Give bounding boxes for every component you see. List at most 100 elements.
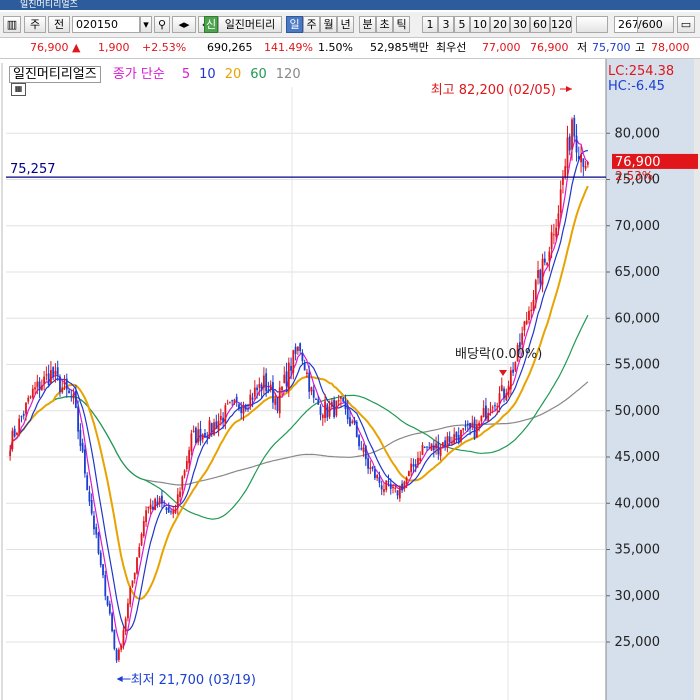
grid-table-icon[interactable]: ▦ [11, 83, 26, 96]
candle-body [88, 491, 91, 502]
interval-tab-60[interactable]: 60 [530, 16, 550, 33]
candle-body [453, 434, 456, 444]
credit-icon[interactable]: 신 [204, 16, 218, 33]
period-tab-2[interactable]: 월 [320, 16, 337, 33]
candle-body [165, 507, 168, 510]
chart-legend: 일진머티리얼즈 종가 단순 5 10 20 60 120 [9, 63, 309, 83]
y-tick-label: 50,000 [615, 404, 661, 419]
candle-body [410, 463, 413, 473]
candle-body [228, 402, 231, 404]
candle-body [319, 406, 322, 415]
current-price-label: 76,900 [615, 155, 661, 170]
expand-icon[interactable]: ▭ [677, 16, 695, 33]
candle-body [378, 477, 381, 483]
candle-body [337, 400, 340, 402]
prev-button[interactable]: 전 [48, 16, 70, 33]
candle-count-input[interactable]: 267 [614, 16, 638, 33]
chevron-down-icon[interactable]: ▾ [140, 16, 152, 33]
speaker-icon[interactable]: ◂▸ [172, 16, 196, 33]
candle-body [571, 119, 573, 150]
candle-body [301, 352, 304, 361]
candle-body [238, 404, 240, 410]
candle-body [147, 506, 150, 509]
interval-tab-10[interactable]: 10 [470, 16, 490, 33]
candle-body [537, 270, 539, 278]
candle-body [219, 415, 222, 421]
candle-body [45, 374, 48, 376]
candle-body [133, 572, 136, 580]
candle-body [534, 280, 537, 300]
candle-body [251, 397, 254, 400]
candle-body [457, 435, 460, 443]
stock-code-input[interactable]: 020150 [72, 16, 140, 33]
candle-body [532, 299, 535, 311]
candle-body [290, 365, 292, 371]
candle-body [315, 398, 317, 400]
chart-background [0, 59, 700, 700]
candle-body [494, 405, 496, 407]
market-tab[interactable]: 주 [24, 16, 46, 33]
candle-body [353, 419, 356, 423]
candle-body [170, 511, 172, 513]
interval-tab-20[interactable]: 20 [490, 16, 510, 33]
candle-body [306, 372, 308, 374]
interval-tab-30[interactable]: 30 [510, 16, 530, 33]
period-tab-0[interactable]: 일 [286, 16, 303, 33]
custom-interval-select[interactable] [576, 16, 608, 33]
candle-body [213, 422, 215, 435]
candle-body [557, 213, 560, 227]
candle-body [462, 428, 465, 430]
candle-body [577, 156, 580, 160]
candle-body [373, 469, 376, 479]
candle-body [344, 400, 347, 409]
period-tab-4[interactable]: 분 [359, 16, 376, 33]
interval-tab-5[interactable]: 5 [454, 16, 470, 33]
candle-body [480, 415, 483, 422]
candle-body [260, 384, 263, 391]
candle-body [97, 532, 100, 554]
layout-icon[interactable]: ▥ [3, 16, 21, 33]
candle-body [199, 428, 202, 442]
candle-body [22, 413, 25, 416]
candle-body [77, 406, 80, 432]
candle-body [299, 343, 302, 351]
candle-body [25, 402, 27, 414]
interval-tab-1[interactable]: 1 [422, 16, 438, 33]
candle-body [176, 494, 179, 509]
candle-body [267, 389, 270, 392]
candle-body [40, 385, 43, 390]
candle-body [491, 407, 494, 409]
period-tab-6[interactable]: 틱 [393, 16, 410, 33]
period-tab-3[interactable]: 년 [337, 16, 354, 33]
stock-name[interactable]: 일진머티리 [218, 16, 282, 33]
search-icon[interactable]: ⚲ [154, 16, 170, 33]
period-tab-1[interactable]: 주 [303, 16, 320, 33]
candle-body [498, 393, 501, 405]
period-tab-5[interactable]: 초 [376, 16, 393, 33]
candle-body [142, 521, 145, 536]
price-chart[interactable]: 25,000 30,000 35,000 40,000 45,000 50,000 55,0… [0, 59, 700, 700]
candle-body [145, 510, 147, 523]
candle-body [115, 649, 118, 661]
candle-body [99, 552, 102, 566]
candle-body [355, 421, 358, 438]
candle-body [183, 470, 186, 476]
candle-body [86, 475, 89, 491]
candle-body [369, 467, 372, 470]
candle-body [430, 443, 433, 451]
candle-body [530, 309, 533, 312]
candle-body [224, 405, 227, 424]
best-bid-value: 76,900 [530, 41, 569, 54]
candle-body [496, 406, 499, 408]
up-triangle-icon: ▲ [72, 41, 81, 54]
interval-tab-3[interactable]: 3 [438, 16, 454, 33]
candle-body [210, 423, 213, 432]
reference-line-label: 75,257 [10, 162, 56, 177]
candle-body [523, 321, 526, 331]
candle-body [122, 630, 125, 646]
candle-body [505, 393, 508, 401]
candle-body [74, 390, 77, 408]
candle-body [387, 481, 390, 483]
interval-tab-120[interactable]: 120 [550, 16, 572, 33]
legend-ma-5: 5 [181, 67, 191, 82]
